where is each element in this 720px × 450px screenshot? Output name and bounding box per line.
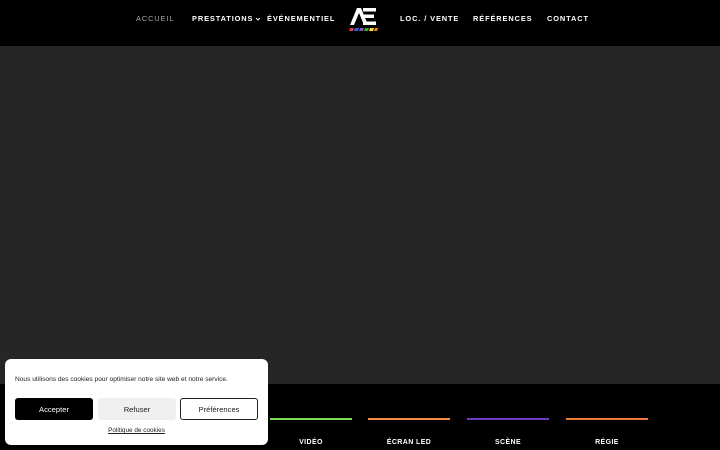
service-video[interactable]: VIDÉO [270, 418, 352, 446]
cookie-preferences-button[interactable]: Préférences [180, 398, 258, 420]
nav-item-references[interactable]: RÉFÉRENCES [473, 14, 533, 23]
service-regie[interactable]: RÉGIE [566, 418, 648, 446]
nav-item-loc-vente[interactable]: LOC. / VENTE [400, 14, 459, 23]
cookie-policy-link[interactable]: Politique de cookies [5, 427, 268, 434]
hero-section [0, 46, 720, 384]
nav-item-prestations[interactable]: PRESTATIONS [192, 14, 261, 23]
cookie-banner: Nous utilisons des cookies pour optimise… [5, 359, 268, 445]
service-ecran-led-bar [368, 418, 450, 420]
service-ecran-led[interactable]: ÉCRAN LED [368, 418, 450, 446]
nav-item-evenementiel[interactable]: ÉVÉNEMENTIEL [267, 14, 335, 23]
service-video-bar [270, 418, 352, 420]
nav-item-prestations-label: PRESTATIONS [192, 14, 254, 23]
nav-item-contact[interactable]: CONTACT [547, 14, 589, 23]
brand-logo[interactable] [348, 6, 378, 32]
service-scene-label: SCÈNE [494, 439, 522, 446]
cookie-message: Nous utilisons des cookies pour optimise… [15, 376, 228, 383]
accept-cookies-button[interactable]: Accepter [15, 398, 93, 420]
service-regie-bar [566, 418, 648, 420]
service-scene-bar [467, 418, 549, 420]
site-header: ACCUEIL PRESTATIONS ÉVÉNEMENTIEL LOC. / … [0, 0, 720, 46]
service-video-label: VIDÉO [299, 439, 323, 446]
chevron-down-icon [256, 17, 261, 21]
nav-item-accueil[interactable]: ACCUEIL [136, 14, 174, 23]
service-scene[interactable]: SCÈNE [467, 418, 549, 446]
refuse-cookies-button[interactable]: Refuser [98, 398, 176, 420]
service-ecran-led-label: ÉCRAN LED [386, 439, 432, 446]
service-regie-label: RÉGIE [595, 439, 619, 446]
